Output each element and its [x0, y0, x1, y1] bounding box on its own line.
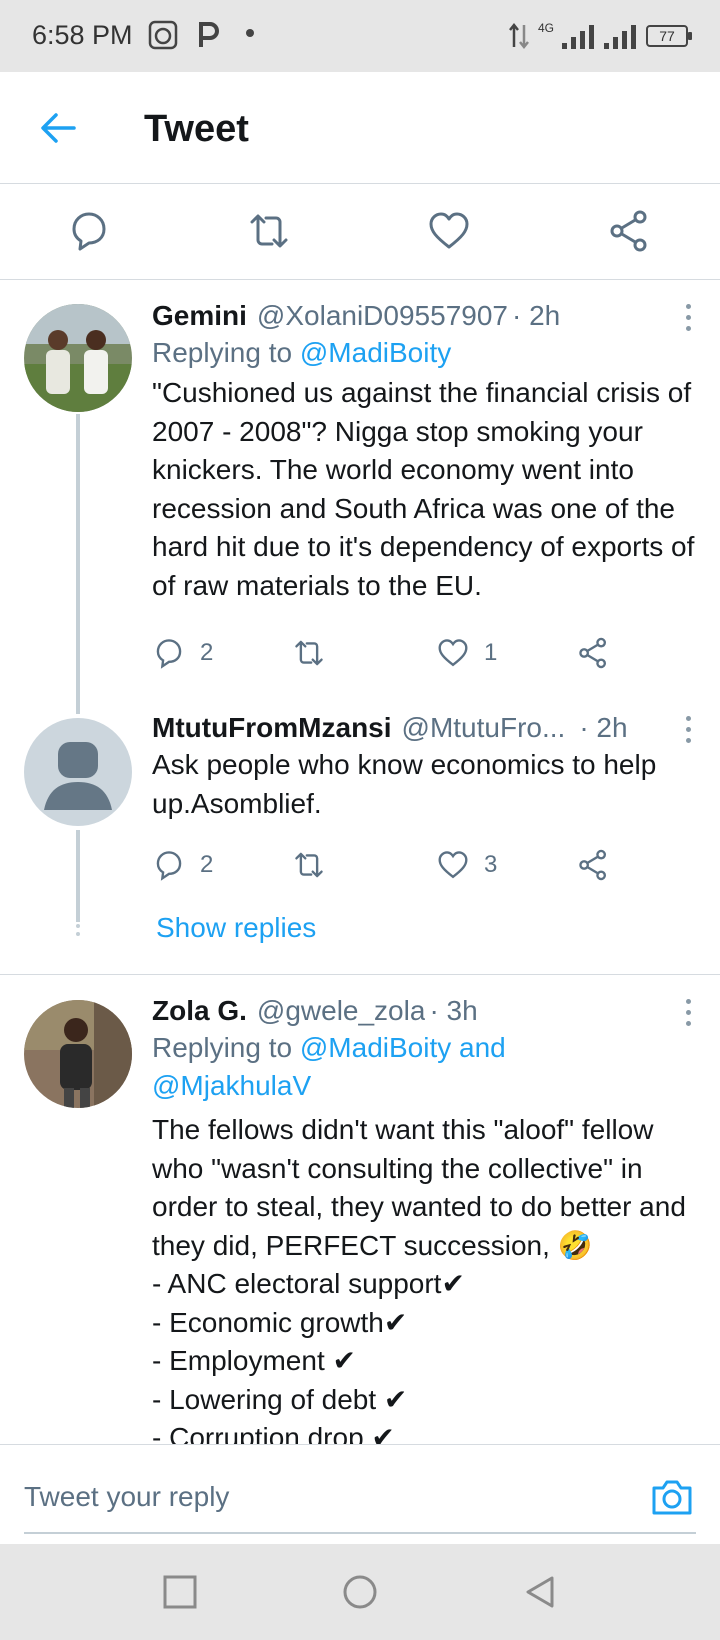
like-icon: [438, 639, 468, 667]
p-notification-icon: [199, 22, 219, 47]
page-title: Tweet: [144, 108, 249, 150]
default-profile-icon: [44, 742, 112, 810]
like-button[interactable]: 1: [436, 636, 497, 670]
retweet-icon: [295, 640, 323, 666]
share-button[interactable]: [576, 636, 610, 670]
like-icon: [438, 851, 468, 879]
share-icon: [579, 637, 607, 669]
reply-composer[interactable]: Tweet your reply: [0, 1444, 720, 1544]
reply-icon: [156, 851, 182, 881]
reply-tweet[interactable]: MtutuFromMzansi @MtutuFro... · 2h Ask pe…: [0, 700, 720, 974]
display-name[interactable]: MtutuFromMzansi: [152, 712, 392, 744]
system-nav-bar: [0, 1544, 720, 1640]
signal-icon-1: [562, 25, 594, 49]
avatar-photo: [24, 304, 132, 412]
tweet-text-line: - Lowering of debt ✔: [152, 1383, 408, 1415]
battery-icon: 77: [646, 25, 692, 47]
tweet-body: Gemini @XolaniD09557907 · 2h Replying to…: [152, 300, 698, 605]
main-tweet-actions: [0, 184, 720, 280]
tweet-body: MtutuFromMzansi @MtutuFro... · 2h Ask pe…: [152, 712, 698, 823]
thread-line: [76, 414, 80, 714]
user-handle[interactable]: @MtutuFro...: [402, 712, 566, 744]
tweet-text-line: - Corruption drop ✔: [152, 1422, 395, 1444]
replying-to: Replying to @MadiBoity: [152, 337, 452, 368]
reply-button[interactable]: 2: [152, 636, 213, 670]
like-icon[interactable]: [426, 208, 472, 254]
reply-tweet[interactable]: Zola G. @gwele_zola · 3h Replying to @Ma…: [0, 975, 720, 1444]
thread-line: [76, 830, 80, 922]
tweet-text-line: - Economic growth✔: [152, 1306, 408, 1338]
reply-count: 2: [200, 851, 214, 878]
status-indicators: 4G 77: [508, 20, 692, 52]
retweet-icon[interactable]: [246, 208, 292, 254]
top-app-bar: Tweet: [0, 72, 720, 184]
battery-level: 77: [659, 28, 675, 44]
tweet-text: Ask people who know economics to help up…: [152, 749, 657, 819]
share-button[interactable]: [576, 848, 610, 882]
reply-icon[interactable]: [66, 208, 112, 254]
show-replies-link[interactable]: Show replies: [156, 912, 316, 944]
notification-dot: [246, 29, 254, 37]
thread-ellipsis: [76, 916, 80, 936]
data-transfer-icon: [509, 23, 529, 49]
more-options-icon[interactable]: [678, 995, 698, 1029]
tweet-body: Zola G. @gwele_zola · 3h Replying to @Ma…: [152, 995, 698, 1444]
like-count: 3: [484, 851, 498, 878]
tweet-meta: MtutuFromMzansi @MtutuFro... · 2h: [152, 712, 698, 744]
network-type: 4G: [537, 21, 554, 35]
tweet-meta: Zola G. @gwele_zola · 3h: [152, 995, 698, 1027]
like-count: 1: [484, 639, 498, 666]
user-handle[interactable]: @gwele_zola: [257, 995, 426, 1027]
display-name[interactable]: Zola G.: [152, 995, 247, 1027]
reply-button[interactable]: 2: [152, 848, 213, 882]
mention-link[interactable]: @MadiBoity: [300, 337, 451, 368]
default-avatar[interactable]: [24, 718, 132, 826]
tweet-time: · 2h: [579, 712, 628, 743]
home-icon[interactable]: [342, 1574, 378, 1610]
tweet-actions: 2 3: [152, 848, 692, 888]
avatar-photo: [24, 1000, 132, 1108]
app-notification-icon: [148, 20, 178, 50]
more-options-icon[interactable]: [678, 712, 698, 746]
status-time: 6:58 PM: [32, 20, 133, 50]
tweet-text-line: - Employment ✔: [152, 1345, 356, 1376]
status-bar: 6:58 PM 4G 77: [0, 0, 720, 72]
reply-icon: [156, 639, 182, 669]
back-arrow-icon[interactable]: [38, 108, 78, 148]
input-underline: [24, 1532, 696, 1534]
user-handle[interactable]: @XolaniD09557907: [257, 300, 508, 332]
tweet-text-line: - ANC electoral support✔: [152, 1268, 465, 1299]
tweet-text: "Cushioned us against the financial cris…: [152, 377, 695, 601]
signal-icon-2: [604, 25, 636, 49]
retweet-button[interactable]: [292, 848, 326, 882]
reply-tweet[interactable]: Gemini @XolaniD09557907 · 2h Replying to…: [0, 280, 720, 714]
tweet-meta: Gemini @XolaniD09557907 · 2h: [152, 300, 698, 332]
share-icon: [579, 849, 607, 881]
reply-count: 2: [200, 639, 214, 666]
camera-icon[interactable]: [650, 1475, 694, 1519]
back-nav-icon[interactable]: [522, 1574, 558, 1610]
avatar[interactable]: [24, 304, 132, 412]
display-name[interactable]: Gemini: [152, 300, 247, 332]
tweet-text-line: The fellows didn't want this "aloof" fel…: [152, 1114, 686, 1261]
more-options-icon[interactable]: [678, 300, 698, 334]
reply-input[interactable]: Tweet your reply: [24, 1481, 229, 1513]
like-button[interactable]: 3: [436, 848, 497, 882]
tweet-actions: 2 1: [152, 636, 692, 676]
tweet-time: · 2h: [511, 300, 561, 331]
retweet-icon: [295, 852, 323, 878]
retweet-button[interactable]: [292, 636, 326, 670]
tweet-time: · 3h: [429, 995, 478, 1026]
avatar[interactable]: [24, 1000, 132, 1108]
replying-to: Replying to @MadiBoity and @MjakhulaV: [152, 1032, 506, 1101]
tweet-text: The fellows didn't want this "aloof" fel…: [152, 1111, 698, 1444]
share-icon[interactable]: [606, 208, 652, 254]
recent-apps-icon[interactable]: [162, 1574, 198, 1610]
